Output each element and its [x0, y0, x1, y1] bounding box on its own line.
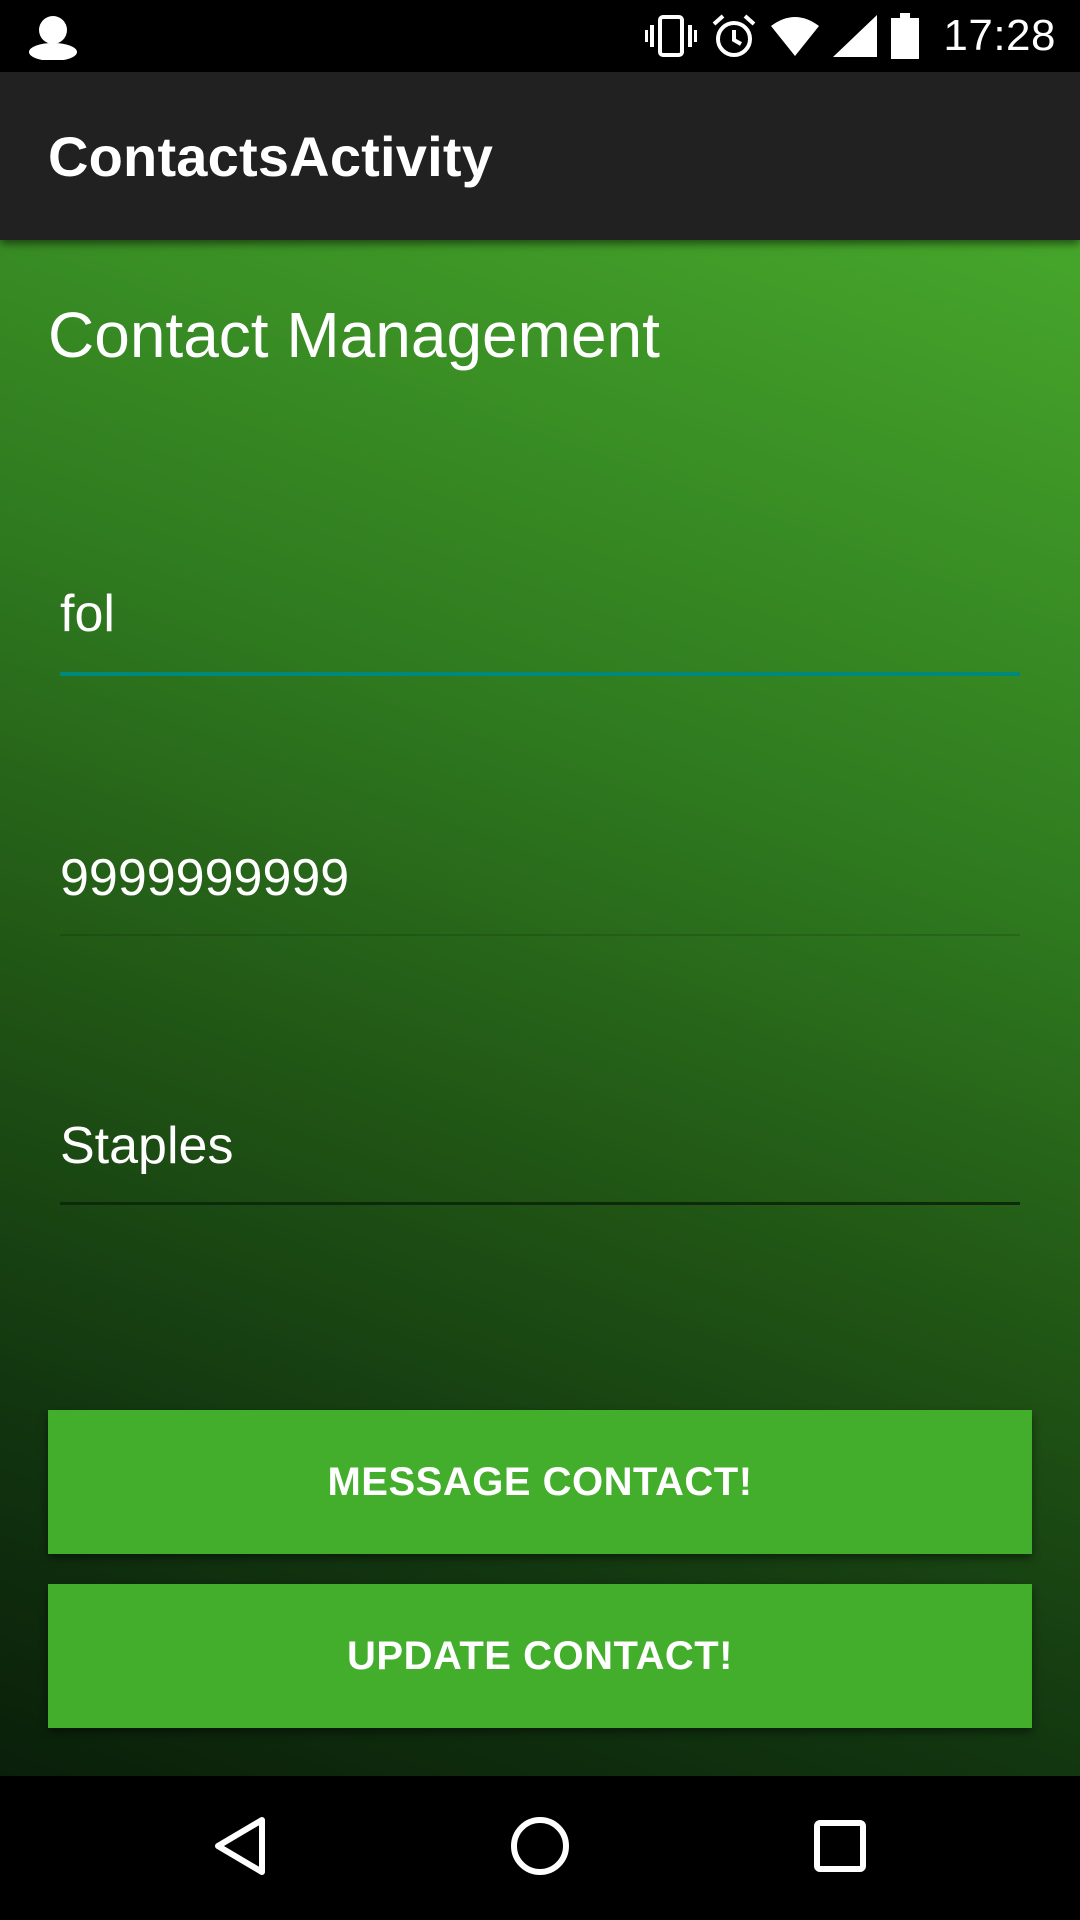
signal-icon — [833, 15, 878, 57]
home-icon — [509, 1815, 571, 1882]
main-content: Contact Management fol 9999999999 Staple… — [0, 240, 1080, 1776]
alarm-icon — [711, 13, 757, 59]
company-field[interactable]: Staples — [60, 1117, 1020, 1205]
name-field-underline — [60, 672, 1020, 676]
company-field-underline — [60, 1202, 1020, 1205]
battery-icon — [891, 13, 920, 59]
account-icon — [26, 12, 80, 61]
app-title: ContactsActivity — [48, 125, 494, 188]
back-button[interactable] — [200, 1808, 280, 1888]
page-heading: Contact Management — [48, 299, 660, 371]
screen: 17:28 ContactsActivity Contact Managemen… — [0, 0, 1080, 1920]
phone-field[interactable]: 9999999999 — [60, 849, 1020, 936]
vibrate-icon — [645, 14, 698, 58]
update-contact-button[interactable]: UPDATE CONTACT! — [48, 1584, 1032, 1728]
phone-field-underline — [60, 934, 1020, 936]
status-icons: 17:28 — [645, 0, 1056, 72]
name-field-value: fol — [60, 585, 115, 643]
status-clock: 17:28 — [943, 11, 1056, 60]
navigation-bar — [0, 1776, 1080, 1920]
wifi-icon — [771, 16, 820, 56]
company-field-value: Staples — [60, 1117, 234, 1175]
message-contact-button[interactable]: MESSAGE CONTACT! — [48, 1410, 1032, 1554]
recents-button[interactable] — [800, 1808, 880, 1888]
name-field[interactable]: fol — [60, 585, 1020, 676]
home-button[interactable] — [500, 1808, 580, 1888]
app-bar: ContactsActivity — [0, 72, 1080, 240]
recents-icon — [813, 1819, 867, 1878]
status-bar: 17:28 — [0, 0, 1080, 72]
phone-field-value: 9999999999 — [60, 849, 350, 907]
back-icon — [212, 1816, 268, 1881]
